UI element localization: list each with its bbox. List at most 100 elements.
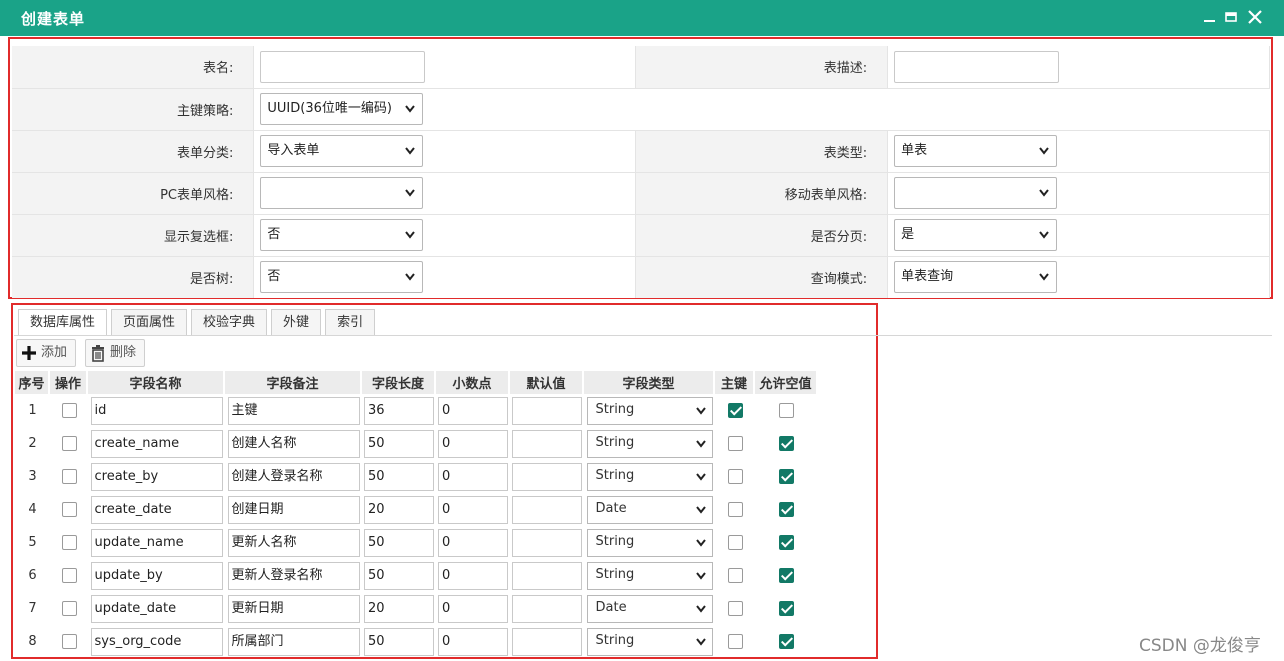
nullable-checkbox[interactable] <box>779 601 794 616</box>
default-value-input[interactable] <box>512 594 582 623</box>
query-mode-value: 单表查询 <box>901 269 954 285</box>
field-comment-input[interactable]: 更新人登录名称 <box>227 561 360 590</box>
row-select-checkbox[interactable] <box>61 568 77 583</box>
primary-key-checkbox[interactable] <box>727 469 743 484</box>
tab-page-properties[interactable]: 页面属性 <box>111 309 188 336</box>
decimal-input[interactable]: 0 <box>438 594 508 623</box>
tab-validation-dict[interactable]: 校验字典 <box>191 309 268 336</box>
nullable-checkbox[interactable] <box>779 436 794 451</box>
row-select-checkbox[interactable] <box>61 403 77 418</box>
field-name-input[interactable]: sys_org_code <box>90 627 223 656</box>
primary-key-checkbox[interactable] <box>727 436 743 451</box>
row-select-checkbox[interactable] <box>61 535 77 550</box>
default-value-input[interactable] <box>512 396 582 425</box>
primary-key-checkbox[interactable] <box>727 601 743 616</box>
primary-key-checkbox[interactable] <box>727 535 743 550</box>
row-number: 6 <box>28 568 37 583</box>
decimal-input[interactable]: 0 <box>438 429 508 458</box>
tab-index[interactable]: 索引 <box>325 309 376 336</box>
pc-style-select[interactable] <box>260 177 424 209</box>
field-length-input[interactable]: 50 <box>364 462 434 491</box>
field-length-input[interactable]: 20 <box>364 594 434 623</box>
nullable-checkbox[interactable] <box>779 403 794 418</box>
field-length-input[interactable]: 50 <box>364 627 434 656</box>
field-name-input[interactable]: create_by <box>90 462 223 491</box>
field-name-input[interactable]: create_date <box>90 495 223 524</box>
tab-foreign-key[interactable]: 外键 <box>271 309 322 336</box>
default-value-input[interactable] <box>512 429 582 458</box>
default-value-input[interactable] <box>512 462 582 491</box>
paging-select[interactable]: 是 <box>894 219 1058 251</box>
query-mode-select[interactable]: 单表查询 <box>894 261 1058 294</box>
field-type-select[interactable]: Date <box>586 495 713 524</box>
tree-select[interactable]: 否 <box>260 261 424 294</box>
show-checkbox-select[interactable]: 否 <box>260 219 424 251</box>
row-select-checkbox[interactable] <box>61 502 77 517</box>
field-name-input[interactable]: id <box>90 396 223 425</box>
decimal-input[interactable]: 0 <box>438 627 508 656</box>
field-name-input[interactable]: update_by <box>90 561 223 590</box>
decimal-input[interactable]: 0 <box>438 462 508 491</box>
field-type-select[interactable]: String <box>586 561 713 590</box>
default-value-input[interactable] <box>512 627 582 656</box>
pk-strategy-select[interactable]: UUID(36位唯一编码) <box>260 93 424 125</box>
field-length-input[interactable]: 50 <box>364 561 434 590</box>
field-name-input[interactable]: create_name <box>90 429 223 458</box>
table-type-select[interactable]: 单表 <box>894 135 1058 167</box>
field-comment-input[interactable]: 更新人名称 <box>227 528 360 557</box>
table-desc-input[interactable] <box>894 50 1060 83</box>
primary-key-checkbox[interactable] <box>727 634 743 649</box>
field-type-select[interactable]: Date <box>586 594 713 623</box>
default-value-input[interactable] <box>512 528 582 557</box>
field-type-select[interactable]: String <box>586 627 713 656</box>
row-number: 7 <box>28 601 37 616</box>
field-length-input[interactable]: 50 <box>364 429 434 458</box>
field-comment-input[interactable]: 主键 <box>227 396 360 425</box>
primary-key-checkbox[interactable] <box>727 568 743 583</box>
field-type-select[interactable]: String <box>586 396 713 425</box>
field-name-input[interactable]: update_date <box>90 594 223 623</box>
field-comment-input[interactable]: 更新日期 <box>227 594 360 623</box>
nullable-checkbox[interactable] <box>779 568 794 583</box>
nullable-checkbox[interactable] <box>779 469 794 484</box>
decimal-input[interactable]: 0 <box>438 528 508 557</box>
field-type-select[interactable]: String <box>586 462 713 491</box>
close-icon[interactable] <box>1246 8 1264 26</box>
field-comment-input[interactable]: 所属部门 <box>227 627 360 656</box>
field-comment-input[interactable]: 创建人登录名称 <box>227 462 360 491</box>
primary-key-checkbox[interactable] <box>727 502 743 517</box>
row-select-checkbox[interactable] <box>61 634 77 649</box>
tab-db-properties[interactable]: 数据库属性 <box>18 309 108 336</box>
decimal-input[interactable]: 0 <box>438 561 508 590</box>
add-button[interactable]: 添加 <box>16 339 77 367</box>
field-type-value: String <box>595 566 635 582</box>
field-length-input[interactable]: 36 <box>364 396 434 425</box>
primary-key-checkbox[interactable] <box>727 403 743 418</box>
show-checkbox-value: 否 <box>267 227 281 242</box>
category-select[interactable]: 导入表单 <box>260 135 424 167</box>
field-length-input[interactable]: 20 <box>364 495 434 524</box>
col-header-field-type: 字段类型 <box>584 371 715 394</box>
default-value-input[interactable] <box>512 495 582 524</box>
tree-value: 否 <box>267 269 281 285</box>
row-select-checkbox[interactable] <box>61 469 77 484</box>
field-comment-input[interactable]: 创建日期 <box>227 495 360 524</box>
decimal-input[interactable]: 0 <box>438 396 508 425</box>
table-name-input[interactable] <box>260 50 426 83</box>
field-type-select[interactable]: String <box>586 429 713 458</box>
nullable-checkbox[interactable] <box>779 535 794 550</box>
delete-button[interactable]: 删除 <box>85 339 146 367</box>
minimize-icon[interactable] <box>1201 8 1219 26</box>
mobile-style-select[interactable] <box>894 177 1058 209</box>
field-name-input[interactable]: update_name <box>90 528 223 557</box>
nullable-checkbox[interactable] <box>779 634 794 649</box>
nullable-checkbox[interactable] <box>779 502 794 517</box>
default-value-input[interactable] <box>512 561 582 590</box>
field-type-select[interactable]: String <box>586 528 713 557</box>
maximize-icon[interactable] <box>1223 8 1241 26</box>
row-select-checkbox[interactable] <box>61 601 77 616</box>
field-comment-input[interactable]: 创建人名称 <box>227 429 360 458</box>
field-length-input[interactable]: 50 <box>364 528 434 557</box>
row-select-checkbox[interactable] <box>61 436 77 451</box>
decimal-input[interactable]: 0 <box>438 495 508 524</box>
